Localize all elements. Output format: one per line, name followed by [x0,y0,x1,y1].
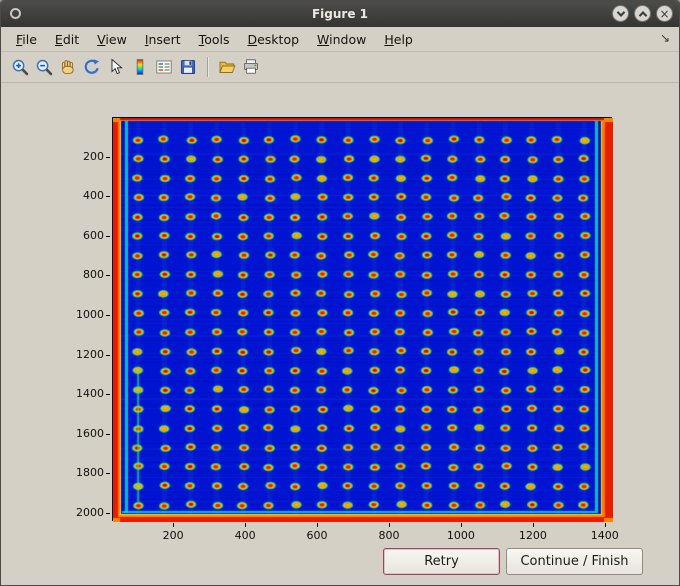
figure-window: Figure 1 × File Edit View Insert Tools Deskto… [0,0,680,586]
menu-item-help[interactable]: Help [375,29,422,50]
y-tick-mark [106,196,110,198]
print-figure-icon[interactable] [239,55,262,79]
y-tick-label: 1200 [76,347,104,361]
y-tick-label: 1000 [76,308,104,322]
x-tick-mark [460,523,462,527]
x-tick-mark [388,523,390,527]
y-tick-mark [106,433,110,435]
y-tick-mark [106,235,110,237]
insert-legend-icon[interactable] [152,55,175,79]
y-tick-mark [106,156,110,158]
y-tick-mark [106,275,110,277]
y-tick-label: 200 [83,149,104,163]
y-tick-label: 800 [83,268,104,282]
x-tick-label: 1000 [446,529,475,542]
open-file-icon[interactable] [215,55,238,79]
y-tick-mark [106,473,110,475]
menu-item-view[interactable]: View [88,29,136,50]
pan-hand-icon[interactable] [56,55,79,79]
menu-item-edit[interactable]: Edit [46,29,88,50]
x-tick-label: 400 [234,529,256,542]
x-tick-label: 200 [162,529,184,542]
close-button[interactable]: × [656,5,673,22]
titlebar[interactable]: Figure 1 × [1,1,679,27]
y-tick-label: 600 [83,228,104,242]
y-tick-mark [106,354,110,356]
save-figure-icon[interactable] [176,55,199,79]
x-tick-mark [173,523,175,527]
menu-item-window[interactable]: Window [308,29,375,50]
x-tick-label: 800 [378,529,400,542]
heatmap-canvas[interactable] [113,118,613,522]
dock-figure-icon[interactable]: ↘ [660,31,670,45]
zoom-out-icon[interactable] [32,55,55,79]
y-tick-label: 1600 [76,426,104,440]
insert-colorbar-icon[interactable] [128,55,151,79]
menu-item-insert[interactable]: Insert [136,29,190,50]
x-tick-mark [245,523,247,527]
retry-button[interactable]: Retry [383,548,500,575]
figure-content: Retry Continue / Finish 200 400 600 800 1000… [1,83,679,585]
window-controls: × [607,5,673,22]
x-tick-label: 600 [306,529,328,542]
maximize-button[interactable] [634,5,651,22]
chevron-up-icon [638,10,647,20]
toolbar [1,52,679,83]
y-tick-mark [106,513,110,515]
chevron-down-icon [616,7,625,17]
y-tick-mark [106,394,110,396]
zoom-in-icon[interactable] [8,55,31,79]
y-tick-label: 400 [83,189,104,203]
axes [112,117,613,522]
menu-item-tools[interactable]: Tools [190,29,239,50]
y-tick-label: 1400 [76,387,104,401]
x-tick-mark [604,523,606,527]
toolbar-separator [207,57,208,77]
minimize-button[interactable] [612,5,629,22]
y-tick-label: 2000 [76,506,104,520]
menubar: File Edit View Insert Tools Desktop Window Help… [1,27,679,52]
menu-item-desktop[interactable]: Desktop [238,29,308,50]
continue-finish-button[interactable]: Continue / Finish [506,548,643,575]
data-cursor-icon[interactable] [104,55,127,79]
y-tick-label: 1800 [76,466,104,480]
rotate-3d-icon[interactable] [80,55,103,79]
menu-item-file[interactable]: File [7,29,46,50]
x-tick-mark [532,523,534,527]
x-tick-label: 1400 [590,529,619,542]
x-tick-label: 1200 [518,529,547,542]
y-tick-mark [106,315,110,317]
x-tick-mark [317,523,319,527]
window-title: Figure 1 [311,7,369,21]
